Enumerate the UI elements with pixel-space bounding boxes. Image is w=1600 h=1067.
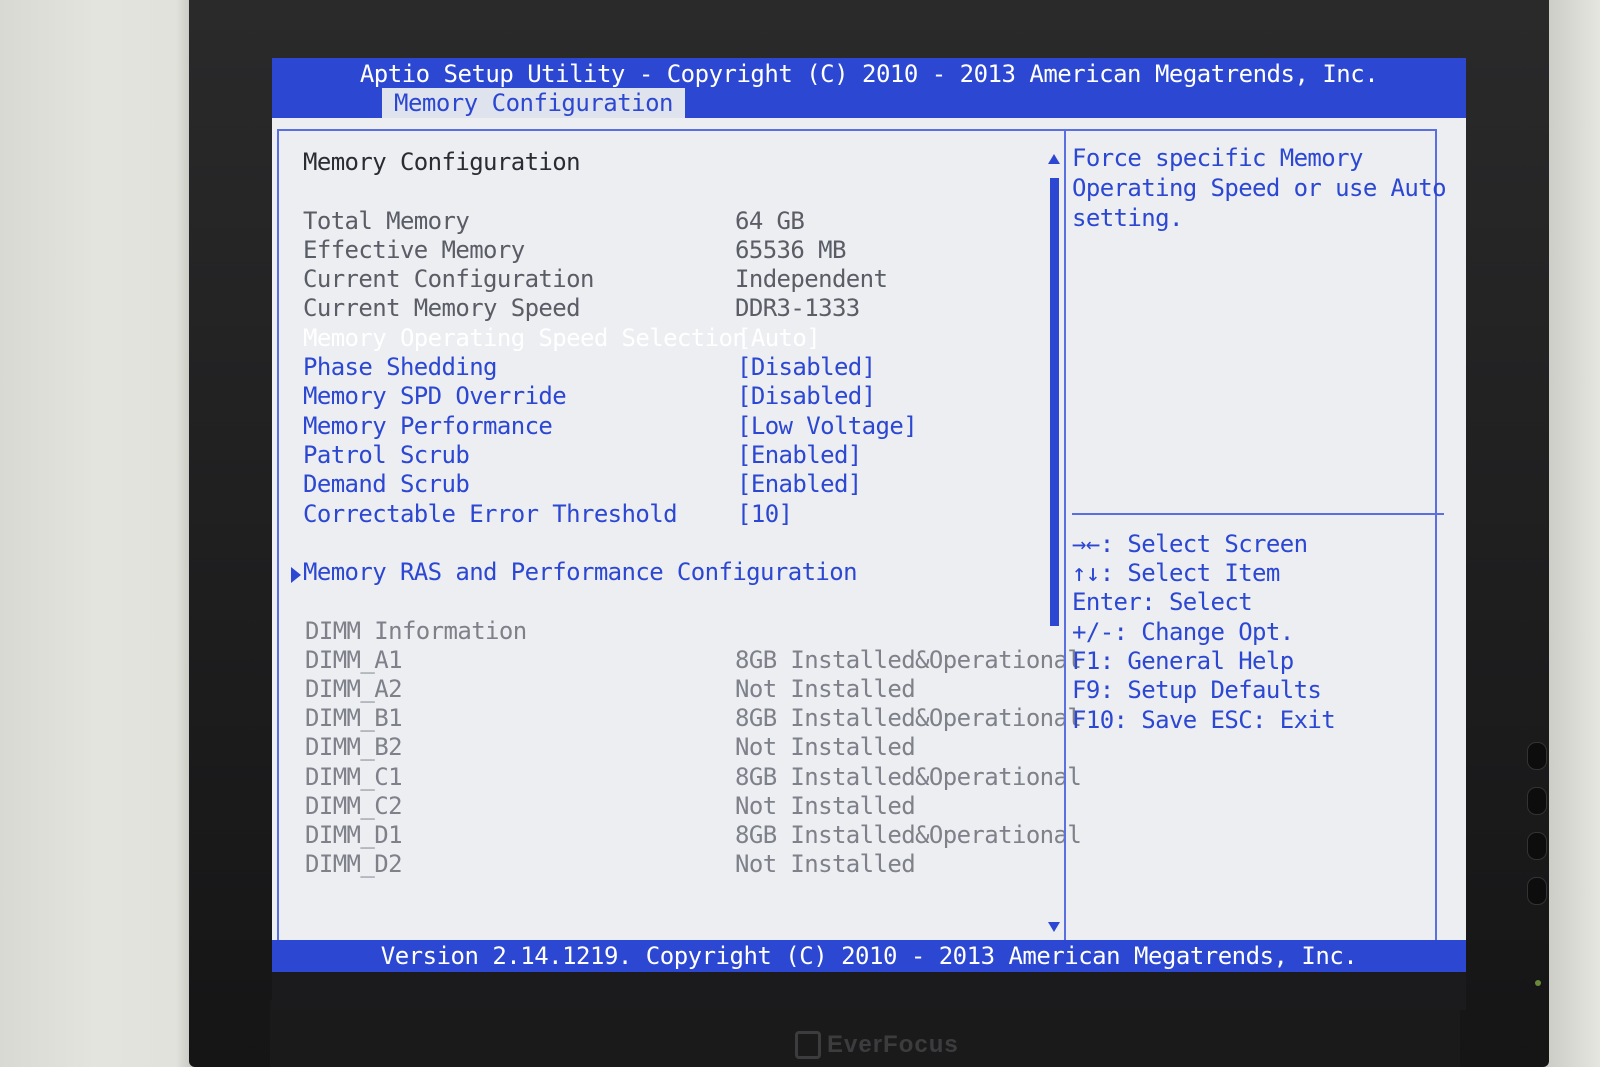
monitor-button[interactable]	[1527, 832, 1547, 860]
help-separator	[1072, 513, 1444, 515]
dimm-status: 8GB Installed&Operational	[735, 646, 1082, 674]
footer-version: Version 2.14.1219. Copyright (C) 2010 - …	[272, 940, 1466, 972]
total-memory-label: Total Memory	[303, 207, 470, 235]
submenu-memory-ras[interactable]: Memory RAS and Performance Configuration	[303, 558, 858, 586]
dimm-label: DIMM_A1	[305, 646, 403, 674]
setting-memory-operating-speed[interactable]: Memory Operating Speed Selection	[303, 324, 747, 352]
current-memory-speed-label: Current Memory Speed	[303, 294, 581, 322]
section-title: Memory Configuration	[303, 148, 581, 176]
dimm-info-heading: DIMM Information	[305, 617, 527, 645]
setting-phase-shedding-value[interactable]: [Disabled]	[737, 353, 876, 381]
setting-phase-shedding[interactable]: Phase Shedding	[303, 353, 497, 381]
dimm-label: DIMM_D1	[305, 821, 403, 849]
setting-memory-performance[interactable]: Memory Performance	[303, 412, 553, 440]
power-led	[1535, 980, 1541, 986]
setting-correctable-error-threshold-value[interactable]: [10]	[737, 500, 793, 528]
monitor-button[interactable]	[1527, 787, 1547, 815]
dimm-status: Not Installed	[735, 792, 916, 820]
dimm-status: Not Installed	[735, 850, 916, 878]
dimm-label: DIMM_C1	[305, 763, 403, 791]
header-bar: Aptio Setup Utility - Copyright (C) 2010…	[272, 58, 1466, 118]
monitor-button[interactable]	[1527, 742, 1547, 770]
help-text-line: setting.	[1072, 204, 1183, 232]
key-hint-select-screen: →←: Select Screen	[1072, 530, 1308, 558]
monitor-brand-text: EverFocus	[827, 1031, 959, 1058]
scroll-up-arrow-icon[interactable]	[1048, 154, 1060, 164]
dimm-status: 8GB Installed&Operational	[735, 763, 1082, 791]
dimm-status: 8GB Installed&Operational	[735, 704, 1082, 732]
panel-divider	[1064, 129, 1066, 999]
wall-background	[1540, 0, 1600, 1067]
key-hint-enter: Enter: Select	[1072, 588, 1253, 616]
dimm-status: Not Installed	[735, 733, 916, 761]
app-title: Aptio Setup Utility - Copyright (C) 2010…	[359, 60, 1379, 88]
setting-demand-scrub[interactable]: Demand Scrub	[303, 470, 470, 498]
key-hint-change-opt: +/-: Change Opt.	[1072, 618, 1294, 646]
dimm-label: DIMM_A2	[305, 675, 403, 703]
help-text-line: Force specific Memory	[1072, 144, 1363, 172]
dimm-status: Not Installed	[735, 675, 916, 703]
setting-correctable-error-threshold[interactable]: Correctable Error Threshold	[303, 500, 678, 528]
help-text-line: Operating Speed or use Auto	[1072, 174, 1447, 202]
submenu-arrow-icon	[291, 567, 301, 583]
dimm-label: DIMM_C2	[305, 792, 403, 820]
monitor-brand-logo: EverFocus	[795, 1026, 975, 1064]
key-hint-select-item: ↑↓: Select Item	[1072, 559, 1280, 587]
setting-memory-spd-override[interactable]: Memory SPD Override	[303, 382, 567, 410]
key-hint-save-exit: F10: Save ESC: Exit	[1072, 706, 1336, 734]
setting-patrol-scrub-value[interactable]: [Enabled]	[737, 441, 862, 469]
current-memory-speed-value: DDR3-1333	[735, 294, 860, 322]
effective-memory-label: Effective Memory	[303, 236, 525, 264]
setting-memory-performance-value[interactable]: [Low Voltage]	[737, 412, 918, 440]
total-memory-value: 64 GB	[735, 207, 805, 235]
setting-demand-scrub-value[interactable]: [Enabled]	[737, 470, 862, 498]
brand-mark-icon	[795, 1031, 821, 1059]
current-configuration-label: Current Configuration	[303, 265, 594, 293]
monitor-button[interactable]	[1527, 877, 1547, 905]
dimm-label: DIMM_D2	[305, 850, 403, 878]
tab-memory-configuration[interactable]: Memory Configuration	[382, 88, 685, 118]
dimm-label: DIMM_B2	[305, 733, 403, 761]
key-hint-setup-defaults: F9: Setup Defaults	[1072, 676, 1322, 704]
effective-memory-value: 65536 MB	[735, 236, 846, 264]
scroll-down-arrow-icon[interactable]	[1048, 922, 1060, 932]
current-configuration-value: Independent	[735, 265, 888, 293]
screen-bottom-band	[272, 972, 1466, 1010]
dimm-status: 8GB Installed&Operational	[735, 821, 1082, 849]
setting-memory-spd-override-value[interactable]: [Disabled]	[737, 382, 876, 410]
setting-patrol-scrub[interactable]: Patrol Scrub	[303, 441, 470, 469]
dimm-label: DIMM_B1	[305, 704, 403, 732]
setting-memory-operating-speed-value[interactable]: [Auto]	[737, 324, 821, 352]
key-hint-general-help: F1: General Help	[1072, 647, 1294, 675]
bios-screen: Aptio Setup Utility - Copyright (C) 2010…	[272, 58, 1466, 1010]
scrollbar-thumb[interactable]	[1050, 178, 1059, 626]
